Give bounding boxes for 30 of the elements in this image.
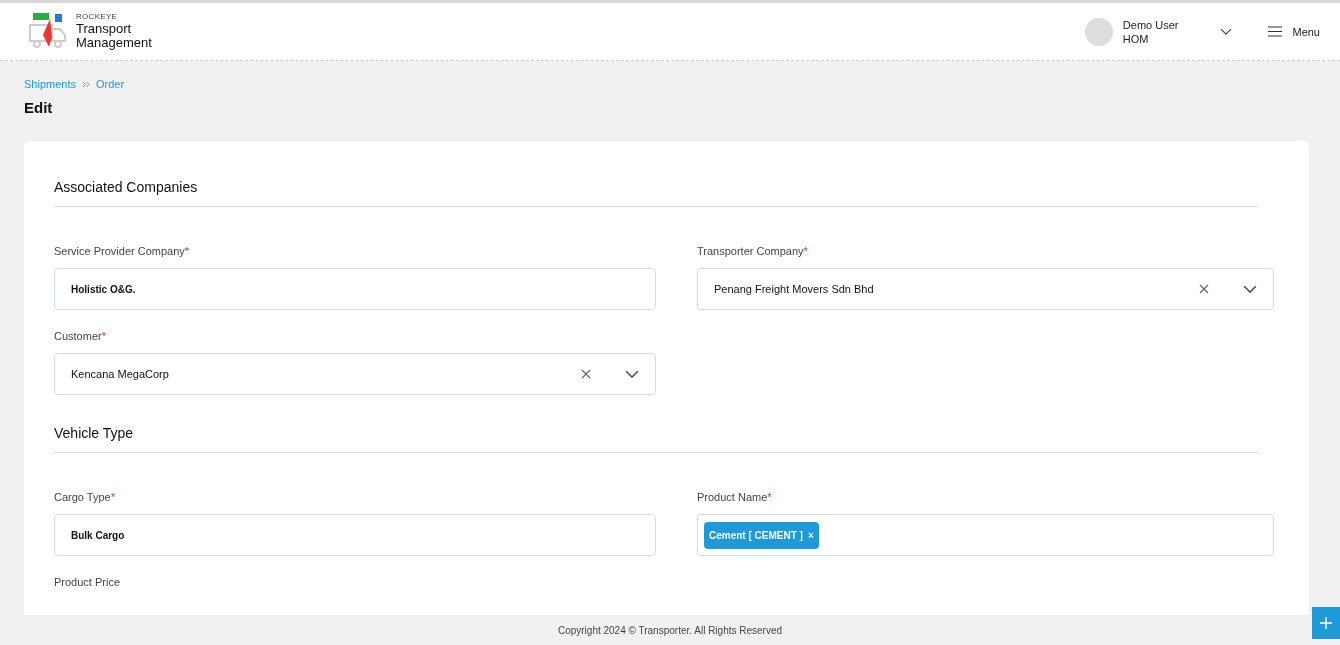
select-field[interactable]: Penang Freight Movers Sdn Bhd bbox=[697, 268, 1274, 310]
menu-icon bbox=[1268, 26, 1283, 37]
field-label: Customer* bbox=[54, 330, 107, 342]
section-title: Associated Companies bbox=[54, 179, 1258, 207]
brand-name: Management bbox=[76, 35, 152, 51]
field-label: Transporter Company* bbox=[697, 245, 809, 257]
section-title: Vehicle Type bbox=[54, 425, 1258, 453]
field-label: Service Provider Company* bbox=[54, 245, 191, 257]
tag-label: Cement [ CEMENT ] bbox=[709, 529, 803, 541]
chevron-down-icon bbox=[1220, 27, 1233, 36]
double-chevron-icon bbox=[82, 80, 90, 88]
truck-logo-icon bbox=[28, 13, 68, 50]
text-field[interactable]: Holistic O&G. bbox=[54, 268, 656, 310]
page-title: Edit bbox=[24, 99, 54, 116]
user-dropdown-button[interactable] bbox=[1220, 27, 1233, 36]
chevron-down-icon bbox=[1243, 284, 1257, 294]
brand-tagline: ROCKEYE bbox=[76, 12, 119, 22]
select-field[interactable]: Kencana MegaCorp bbox=[54, 353, 656, 395]
plus-icon bbox=[1320, 617, 1332, 629]
field-label: Product Name* bbox=[697, 491, 773, 503]
clear-icon[interactable] bbox=[581, 369, 591, 379]
brand-name: Transport bbox=[76, 21, 133, 36]
text-field[interactable]: Bulk Cargo bbox=[54, 514, 656, 556]
clear-icon[interactable] bbox=[1199, 284, 1209, 294]
field-label: Cargo Type* bbox=[54, 491, 116, 503]
user-role: HOM bbox=[1122, 32, 1150, 45]
menu-button[interactable]: Menu bbox=[1268, 25, 1320, 38]
user-name: Demo User bbox=[1122, 18, 1179, 31]
chevron-down-icon bbox=[625, 369, 639, 379]
field-label: Product Price bbox=[54, 576, 122, 588]
